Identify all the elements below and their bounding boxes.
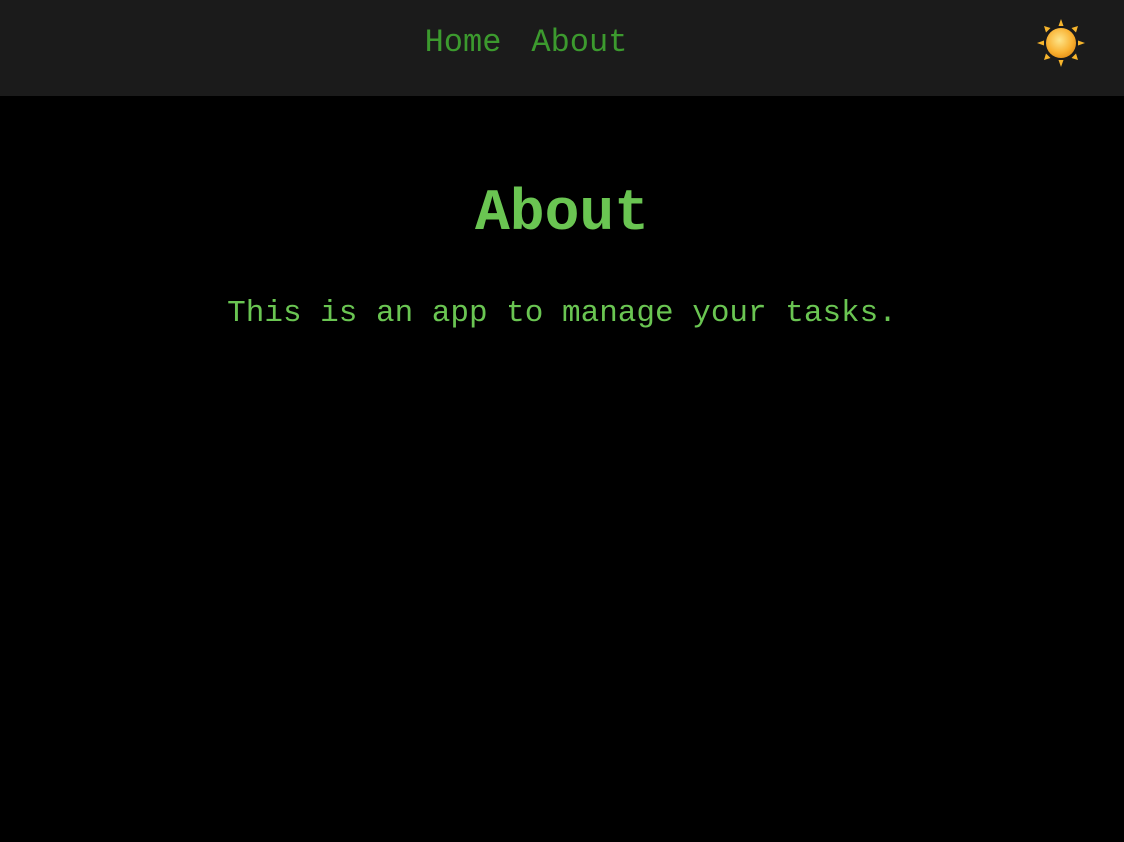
page-title: About	[474, 182, 650, 247]
nav-link-home[interactable]: Home	[425, 27, 502, 59]
navbar: Home About	[0, 0, 1124, 96]
nav-links: Home About	[0, 0, 1052, 86]
page-description: This is an app to manage your tasks.	[227, 296, 897, 331]
theme-toggle-button[interactable]	[1036, 18, 1086, 68]
nav-link-about[interactable]: About	[531, 27, 627, 59]
main-content: About This is an app to manage your task…	[0, 96, 1124, 334]
sun-icon	[1037, 19, 1085, 67]
